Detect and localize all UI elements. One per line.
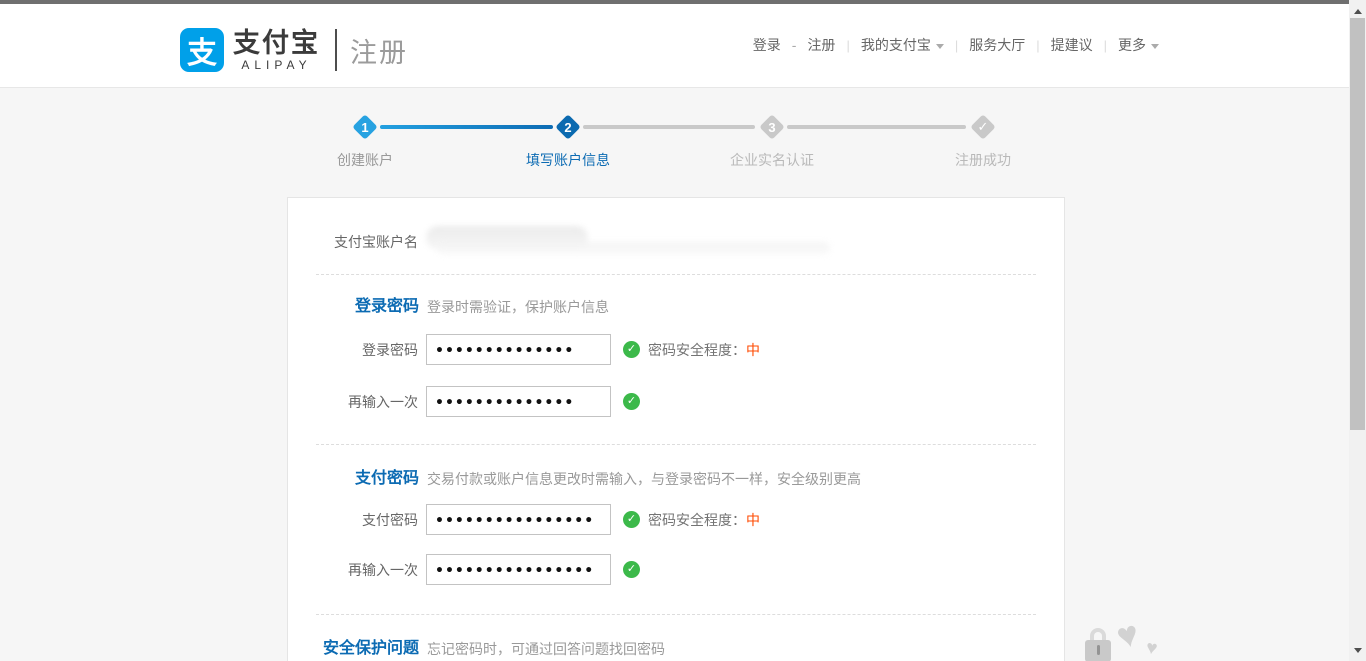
step-2-number: 2 <box>555 114 581 140</box>
step-4-label: 注册成功 <box>955 150 1011 170</box>
section-divider <box>316 274 1036 275</box>
nav-suggestions-link[interactable]: 提建议 <box>1051 35 1093 55</box>
alipay-logo[interactable]: 支 支付宝 ALIPAY 注册 <box>180 28 408 72</box>
stepper-connector-pending <box>583 125 755 129</box>
check-circle-icon: ✓ <box>623 393 640 410</box>
alipay-account-label: 支付宝账户名 <box>288 232 418 252</box>
payment-password-input[interactable] <box>426 504 611 535</box>
chevron-down-icon <box>1151 44 1159 49</box>
registration-stepper: 1 2 3 ✓ 创建账户 填写账户信息 企业实名认证 注册成功 <box>287 110 1067 172</box>
payment-password-row: 支付密码 ✓ 密码安全程度：中 <box>288 504 1064 535</box>
strength-text: 密码安全程度： <box>648 512 746 528</box>
logo-divider <box>335 29 337 71</box>
login-password-field-label: 登录密码 <box>288 340 418 360</box>
login-password-input[interactable] <box>426 334 611 365</box>
step-3-label: 企业实名认证 <box>730 150 814 170</box>
payment-password-confirm-input[interactable] <box>426 554 611 585</box>
login-password-confirm-row: 再输入一次 ✓ <box>288 386 1064 417</box>
step-2-label: 填写账户信息 <box>526 150 610 170</box>
alipay-logo-icon: 支 <box>180 28 224 72</box>
check-circle-icon: ✓ <box>623 511 640 528</box>
payment-password-field-label: 支付密码 <box>288 510 418 530</box>
payment-password-confirm-row: 再输入一次 ✓ <box>288 554 1064 585</box>
nav-my-alipay-menu[interactable]: 我的支付宝 <box>861 35 944 55</box>
check-glyph: ✓ <box>627 564 636 575</box>
arrow-up-icon <box>1354 9 1362 14</box>
stepper-connector-done <box>380 125 553 129</box>
check-glyph: ✓ <box>627 396 636 407</box>
nav-separator: | <box>955 38 958 53</box>
login-password-confirm-input[interactable] <box>426 386 611 417</box>
vertical-scrollbar[interactable] <box>1349 0 1366 661</box>
nav-separator: | <box>846 38 849 53</box>
security-question-section-desc: 忘记密码时，可通过回答问题找回密码 <box>427 639 665 659</box>
payment-password-confirm-label: 再输入一次 <box>288 560 418 580</box>
step-3-node: 3 <box>759 114 785 140</box>
step-2-node: 2 <box>555 114 581 140</box>
top-nav: 登录 - 注册 | 我的支付宝 | 服务大厅 | 提建议 | 更多 <box>753 35 1159 55</box>
check-circle-icon: ✓ <box>623 341 640 358</box>
brand-name-en: ALIPAY <box>241 58 311 72</box>
stepper-connector-pending <box>787 125 966 129</box>
brand-text: 支付宝 ALIPAY <box>233 29 320 72</box>
login-password-confirm-label: 再输入一次 <box>288 392 418 412</box>
security-question-section-title: 安全保护问题 <box>288 638 419 660</box>
nav-separator: | <box>1104 38 1107 53</box>
step-4-check-icon: ✓ <box>970 114 996 140</box>
payment-password-section-title: 支付密码 <box>288 468 419 490</box>
payment-password-section-desc: 交易付款或账户信息更改时需输入，与登录密码不一样，安全级别更高 <box>427 469 861 489</box>
lock-icon <box>1085 628 1111 661</box>
nav-login-link[interactable]: 登录 <box>753 35 781 55</box>
nav-dash-separator: - <box>792 37 797 53</box>
scrollbar-up-button[interactable] <box>1349 3 1366 19</box>
strength-value: 中 <box>746 512 760 528</box>
nav-more-menu[interactable]: 更多 <box>1118 35 1159 55</box>
strength-value: 中 <box>746 342 760 358</box>
step-3-number: 3 <box>759 114 785 140</box>
heart-icon-small: ♥ <box>1145 637 1159 660</box>
check-glyph: ✓ <box>627 344 636 355</box>
page-title: 注册 <box>350 31 408 70</box>
arrow-down-icon <box>1354 648 1362 653</box>
lock-keyhole <box>1097 645 1100 655</box>
login-password-section-desc: 登录时需验证，保护账户信息 <box>427 297 609 317</box>
header: 支 支付宝 ALIPAY 注册 登录 - 注册 | 我的支付宝 | 服务大厅 |… <box>0 4 1349 88</box>
step-1-node: 1 <box>352 114 378 140</box>
strength-text: 密码安全程度： <box>648 342 746 358</box>
account-info-form-card: 支付宝账户名 登录密码 登录时需验证，保护账户信息 登录密码 ✓ 密码安全程度：… <box>287 197 1065 661</box>
step-1-number: 1 <box>352 114 378 140</box>
section-divider <box>316 614 1036 615</box>
scrollbar-down-button[interactable] <box>1349 642 1366 658</box>
password-strength-label: 密码安全程度：中 <box>648 510 760 530</box>
redacted-account-smudge <box>438 242 830 255</box>
nav-more-label: 更多 <box>1118 35 1146 55</box>
logo-glyph: 支 <box>187 28 217 72</box>
step-1-label: 创建账户 <box>337 150 393 170</box>
brand-name-cn: 支付宝 <box>233 29 320 57</box>
check-circle-icon: ✓ <box>623 561 640 578</box>
login-password-row: 登录密码 ✓ 密码安全程度：中 <box>288 334 1064 365</box>
login-password-section-title: 登录密码 <box>288 296 419 318</box>
scrollbar-thumb[interactable] <box>1350 18 1365 430</box>
nav-service-hall-link[interactable]: 服务大厅 <box>969 35 1025 55</box>
password-strength-label: 密码安全程度：中 <box>648 340 760 360</box>
heart-icon: ♥ <box>1112 612 1143 658</box>
section-divider <box>316 444 1036 445</box>
check-glyph: ✓ <box>627 514 636 525</box>
nav-separator: | <box>1036 38 1039 53</box>
nav-register-link[interactable]: 注册 <box>807 35 835 55</box>
step-4-node: ✓ <box>970 114 996 140</box>
chevron-down-icon <box>936 44 944 49</box>
nav-my-alipay-label: 我的支付宝 <box>861 35 931 55</box>
